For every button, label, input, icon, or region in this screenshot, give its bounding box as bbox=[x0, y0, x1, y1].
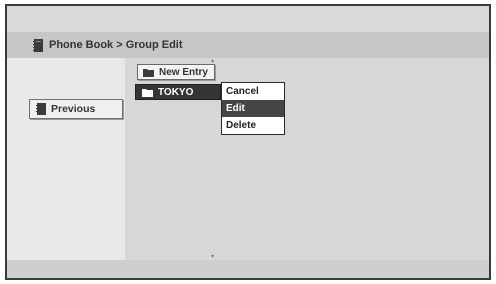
context-menu: Cancel Edit Delete bbox=[221, 82, 285, 135]
top-bar bbox=[7, 6, 489, 30]
tv-screen: Phone Book > Group Edit Previous ▴ New E… bbox=[5, 4, 491, 280]
title-bar: Phone Book > Group Edit bbox=[7, 32, 489, 58]
list-item-tokyo[interactable]: TOKYO bbox=[135, 84, 221, 100]
menu-item-edit[interactable]: Edit bbox=[222, 100, 284, 117]
menu-item-cancel[interactable]: Cancel bbox=[222, 83, 284, 100]
list-item-label: New Entry bbox=[159, 66, 208, 78]
left-panel: Previous bbox=[7, 58, 125, 260]
page-title: Phone Book > Group Edit bbox=[49, 39, 183, 51]
list-item-new-entry[interactable]: New Entry bbox=[137, 64, 215, 80]
phone-book-icon bbox=[36, 103, 46, 115]
bottom-bar bbox=[7, 260, 489, 278]
group-list-panel: ▴ New Entry TOKYO Cancel Edit Delete ▾ bbox=[125, 58, 489, 260]
menu-item-delete[interactable]: Delete bbox=[222, 117, 284, 134]
previous-button-label: Previous bbox=[51, 103, 96, 115]
folder-icon bbox=[142, 88, 153, 97]
phone-book-icon bbox=[33, 38, 43, 52]
list-item-label: TOKYO bbox=[158, 86, 194, 98]
folder-icon bbox=[143, 68, 154, 77]
previous-button[interactable]: Previous bbox=[29, 99, 123, 119]
